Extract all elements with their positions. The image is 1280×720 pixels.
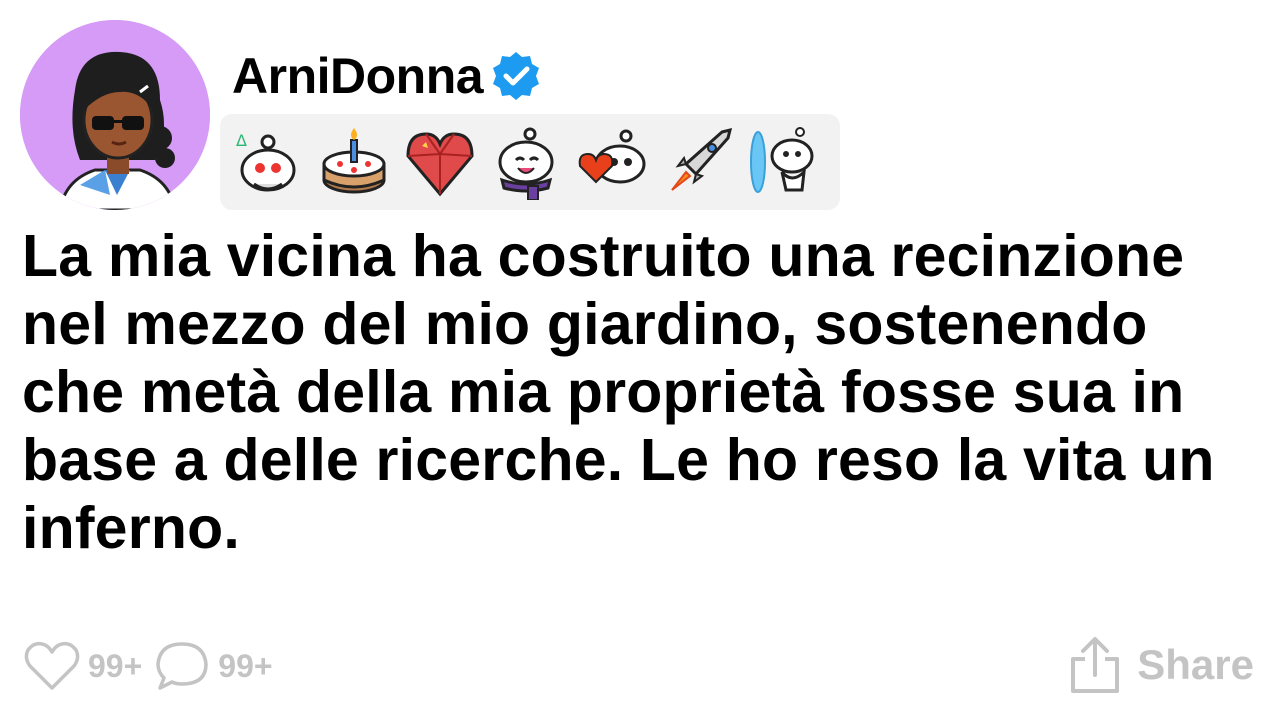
heart-icon[interactable] <box>22 638 82 694</box>
crystal-heart-badge-icon[interactable] <box>402 124 478 200</box>
username[interactable]: ArniDonna <box>232 51 484 101</box>
username-row: ArniDonna <box>232 46 543 106</box>
avatar-illustration <box>20 20 210 210</box>
snoo-confused-badge-icon[interactable]: Δ <box>230 124 306 200</box>
birthday-cake-badge-icon[interactable] <box>316 124 392 200</box>
like-count: 99+ <box>88 647 143 684</box>
snoo-scarf-badge-icon[interactable] <box>488 124 564 200</box>
verified-badge-icon <box>493 52 540 100</box>
comment-icon[interactable] <box>152 638 212 694</box>
rocket-badge-icon[interactable] <box>660 124 736 200</box>
svg-text:Δ: Δ <box>236 131 247 150</box>
share-label: Share <box>1137 641 1254 688</box>
badge-bar: Δ <box>220 114 840 210</box>
post-actions: 99+ 99+ <box>22 636 283 696</box>
portal-snoo-badge-icon[interactable] <box>746 124 822 200</box>
comment-count: 99+ <box>218 647 273 684</box>
snoo-heart-badge-icon[interactable] <box>574 124 650 200</box>
share-icon <box>1071 637 1120 693</box>
share-button[interactable]: Share <box>1067 630 1254 700</box>
post-text: La mia vicina ha costruito una recinzion… <box>22 223 1215 561</box>
avatar[interactable] <box>20 20 210 210</box>
